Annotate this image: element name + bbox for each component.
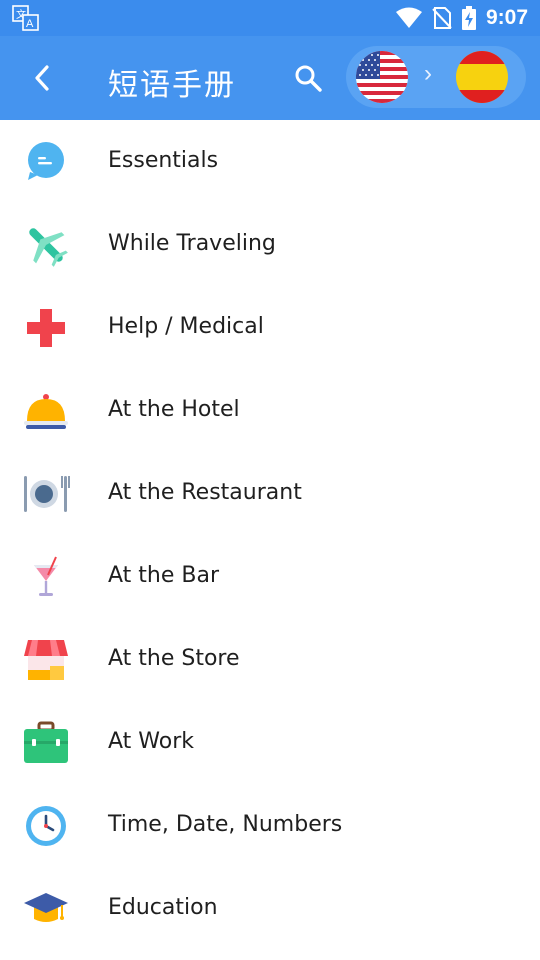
hotel-bell-icon	[24, 394, 68, 429]
list-item-education[interactable]: Education	[0, 867, 540, 950]
search-button[interactable]	[288, 58, 328, 98]
translate-icon: 文 A	[12, 5, 39, 31]
airplane-icon	[29, 228, 68, 267]
list-item-label: At the Store	[108, 646, 240, 671]
cocktail-icon	[34, 556, 58, 596]
speech-bubble-icon	[28, 142, 64, 180]
graduation-cap-icon	[24, 893, 68, 922]
language-arrow-icon: ›	[424, 60, 432, 87]
list-item-label: At the Hotel	[108, 397, 240, 422]
list-item-essentials[interactable]: Essentials	[0, 120, 540, 203]
plate-cutlery-icon	[24, 476, 70, 512]
us-flag-icon[interactable]	[356, 51, 408, 103]
list-item-label: At Work	[108, 729, 194, 754]
wifi-icon	[395, 7, 422, 28]
list-item-help-medical[interactable]: Help / Medical	[0, 286, 540, 369]
spain-flag-icon[interactable]	[456, 51, 508, 103]
list-item-at-the-bar[interactable]: At the Bar	[0, 535, 540, 618]
page-title: 短语手册	[108, 69, 236, 102]
svg-text:A: A	[26, 18, 34, 30]
medical-cross-icon	[27, 309, 65, 347]
list-item-at-work[interactable]: At Work	[0, 701, 540, 784]
briefcase-icon	[24, 721, 68, 763]
battery-charging-icon	[461, 6, 476, 30]
search-icon	[295, 65, 322, 92]
list-item-label: While Traveling	[108, 231, 276, 256]
status-time: 9:07	[485, 6, 528, 29]
no-sim-icon	[432, 7, 452, 29]
list-item-label: Time, Date, Numbers	[108, 812, 343, 837]
store-icon	[24, 640, 68, 680]
back-button[interactable]	[22, 58, 62, 98]
status-bar: 文 A 9:07	[0, 0, 540, 36]
app-bar: 短语手册 ›	[0, 36, 540, 120]
category-list: Essentials While Traveling Help / Medica…	[0, 120, 540, 950]
list-item-while-traveling[interactable]: While Traveling	[0, 203, 540, 286]
list-item-at-the-store[interactable]: At the Store	[0, 618, 540, 701]
list-item-at-the-hotel[interactable]: At the Hotel	[0, 369, 540, 452]
list-item-label: Education	[108, 895, 218, 920]
clock-icon	[26, 806, 66, 846]
language-selector[interactable]: ›	[346, 46, 526, 108]
list-item-label: Help / Medical	[108, 314, 264, 339]
list-item-at-the-restaurant[interactable]: At the Restaurant	[0, 452, 540, 535]
list-item-time-date-numbers[interactable]: Time, Date, Numbers	[0, 784, 540, 867]
list-item-label: At the Restaurant	[108, 480, 302, 505]
back-arrow-icon	[35, 65, 49, 91]
list-item-label: At the Bar	[108, 563, 219, 588]
list-item-label: Essentials	[108, 148, 219, 173]
